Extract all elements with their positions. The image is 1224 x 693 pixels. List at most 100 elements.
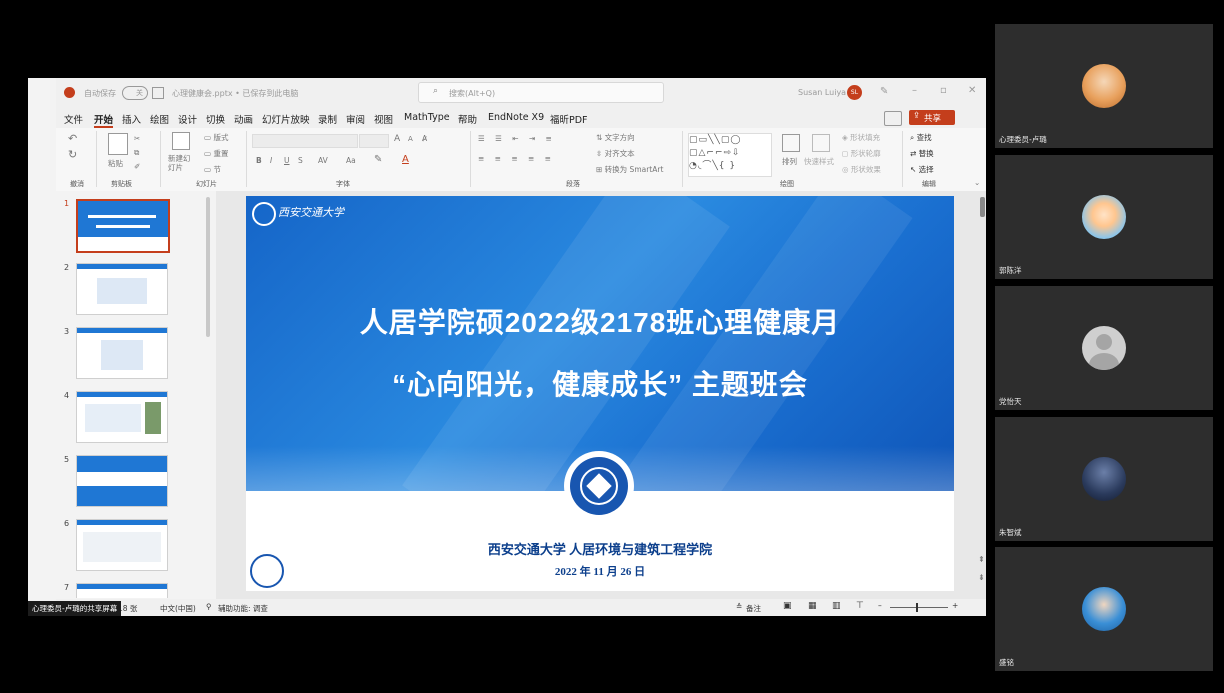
slide-canvas[interactable]: 西安交通大学 人居学院硕2022级2178班心理健康月 “心向阳光，健康成长” … <box>246 196 954 591</box>
slide-thumbnail-4[interactable] <box>76 391 168 443</box>
slide-thumbnail-6[interactable] <box>76 519 168 571</box>
format-painter-icon[interactable]: ✐ <box>134 162 140 171</box>
font-size-dropdown[interactable] <box>359 134 389 148</box>
menu-item-foxit[interactable]: 福昕PDF <box>550 112 588 126</box>
arrange-icon[interactable] <box>782 134 800 152</box>
close-icon[interactable]: ✕ <box>968 85 976 96</box>
minimize-icon[interactable]: – <box>912 85 917 96</box>
select-button[interactable]: ↖ 选择 <box>910 164 934 175</box>
maximize-icon[interactable]: ▫ <box>940 85 947 96</box>
prev-slide-icon[interactable]: ⇞ <box>978 555 985 564</box>
slide-thumbnail-3[interactable] <box>76 327 168 379</box>
collapse-ribbon-icon[interactable]: ⌄ <box>974 178 980 187</box>
thumb-number-4: 4 <box>64 391 70 400</box>
search-box[interactable]: ⌕ 搜索(Alt+Q) <box>418 82 664 103</box>
text-direction-button[interactable]: ⇅ 文字方向 <box>596 132 635 143</box>
participant-tile[interactable]: 心理委员-卢璐 <box>995 24 1213 148</box>
thumbnail-scrollbar[interactable] <box>206 197 210 337</box>
list-buttons[interactable]: ☰ ☰ ⇤ ⇥ ≡ <box>478 134 556 143</box>
font-name-dropdown[interactable] <box>252 134 358 148</box>
share-button[interactable]: ⇪ 共享 <box>909 110 955 125</box>
new-slide-icon[interactable] <box>172 132 190 150</box>
shapes-gallery[interactable]: ▢▭╲╲▢◯ ▢△⌐⌐⇨⇩ ◔◟⌒╲{ } <box>688 133 772 177</box>
user-avatar[interactable]: SL <box>847 85 862 100</box>
menu-item-file[interactable]: 文件 <box>64 112 83 126</box>
section-button[interactable]: ▭ 节 <box>204 164 221 175</box>
slide-thumbnail-1[interactable] <box>76 199 170 253</box>
reset-button[interactable]: ▭ 重置 <box>204 148 228 159</box>
menu-item-help[interactable]: 帮助 <box>458 112 477 126</box>
menu-item-insert[interactable]: 插入 <box>122 112 141 126</box>
reading-view-icon[interactable]: ▥ <box>832 601 841 611</box>
participant-tile[interactable]: 盛铭 <box>995 547 1213 671</box>
highlight-icon[interactable]: ✎ <box>374 154 382 165</box>
find-button[interactable]: ⌕ 查找 <box>910 132 932 143</box>
menu-item-draw[interactable]: 绘图 <box>150 112 169 126</box>
layout-button[interactable]: ▭ 版式 <box>204 132 228 143</box>
increase-font-button[interactable]: A <box>394 134 400 144</box>
underline-button[interactable]: U <box>284 156 290 165</box>
quick-styles-label[interactable]: 快速样式 <box>804 156 834 167</box>
bold-button[interactable]: B <box>256 156 262 165</box>
slideshow-icon[interactable]: ⊤ <box>856 601 864 611</box>
shape-fill-button[interactable]: ◈ 形状填充 <box>842 132 880 143</box>
menu-item-mathtype[interactable]: MathType <box>404 112 450 123</box>
character-spacing-button[interactable]: AV <box>318 156 328 165</box>
shape-outline-button[interactable]: ◻ 形状轮廓 <box>842 148 881 159</box>
redo-icon[interactable]: ↻ <box>68 148 77 161</box>
slide-organization: 西安交通大学 人居环境与建筑工程学院 <box>487 542 713 557</box>
file-name[interactable]: 心理健康会.pptx • 已保存到此电脑 <box>172 88 298 99</box>
zoom-in-icon[interactable]: + <box>952 601 958 610</box>
arrange-label[interactable]: 排列 <box>782 156 797 167</box>
clear-format-icon[interactable]: A̷ <box>422 134 427 143</box>
thumb-number-3: 3 <box>64 327 70 336</box>
next-slide-icon[interactable]: ⇟ <box>978 573 985 582</box>
shape-effects-button[interactable]: ◎ 形状效果 <box>842 164 881 175</box>
accessibility-status[interactable]: 辅助功能: 调查 <box>218 603 268 614</box>
slide-thumbnail-2[interactable] <box>76 263 168 315</box>
menu-item-record[interactable]: 录制 <box>318 112 337 126</box>
participant-tile[interactable]: 郭陈洋 <box>995 155 1213 279</box>
menu-item-endnote[interactable]: EndNote X9 <box>488 112 544 123</box>
align-buttons[interactable]: ≡ ≡ ≡ ≡ ≡ <box>478 154 555 163</box>
strikethrough-button[interactable]: S <box>298 156 303 165</box>
quick-styles-icon[interactable] <box>812 134 830 152</box>
menu-item-slideshow[interactable]: 幻灯片放映 <box>262 112 310 126</box>
slide-thumbnail-5[interactable] <box>76 455 168 507</box>
participant-tile[interactable]: 党怡天 <box>995 286 1213 410</box>
menu-item-home[interactable]: 开始 <box>94 112 114 128</box>
slide-thumbnail-7[interactable] <box>76 583 168 598</box>
menu-item-transitions[interactable]: 切换 <box>206 112 225 126</box>
smartart-button[interactable]: ⊞ 转换为 SmartArt <box>596 164 663 175</box>
save-icon[interactable] <box>152 87 164 99</box>
notes-button[interactable]: 备注 <box>746 603 761 614</box>
normal-view-icon[interactable]: ▣ <box>783 601 792 611</box>
cut-icon[interactable]: ✂ <box>134 134 140 143</box>
decrease-font-button[interactable]: A <box>408 135 413 143</box>
font-color-icon[interactable]: A <box>402 154 409 165</box>
smartart-label: 转换为 SmartArt <box>604 165 664 174</box>
participant-tile[interactable]: 朱智斌 <box>995 417 1213 541</box>
zoom-out-icon[interactable]: – <box>878 601 882 610</box>
italic-button[interactable]: I <box>270 156 272 165</box>
menu-item-view[interactable]: 视图 <box>374 112 393 126</box>
autosave-toggle[interactable]: 关 <box>122 86 148 100</box>
slide-sorter-icon[interactable]: ▦ <box>808 601 817 611</box>
comments-icon[interactable] <box>884 111 902 126</box>
menu-item-animations[interactable]: 动画 <box>234 112 253 126</box>
undo-icon[interactable]: ↶ <box>68 132 77 145</box>
language-status[interactable]: 中文(中国) <box>160 603 196 614</box>
change-case-button[interactable]: Aa <box>346 156 356 165</box>
replace-button[interactable]: ⇄ 替换 <box>910 148 934 159</box>
menu-item-design[interactable]: 设计 <box>178 112 197 126</box>
menu-item-review[interactable]: 审阅 <box>346 112 365 126</box>
paste-label[interactable]: 粘贴 <box>108 158 123 169</box>
align-text-button[interactable]: ⇳ 对齐文本 <box>596 148 635 159</box>
pen-icon[interactable]: ✎ <box>880 86 888 97</box>
copy-icon[interactable]: ⧉ <box>134 148 139 158</box>
paste-icon[interactable] <box>108 133 128 155</box>
slide-scrollbar[interactable] <box>980 197 985 217</box>
zoom-slider[interactable] <box>890 607 948 608</box>
zoom-slider-thumb[interactable] <box>916 603 918 612</box>
new-slide-label[interactable]: 新建幻灯片 <box>168 154 192 172</box>
